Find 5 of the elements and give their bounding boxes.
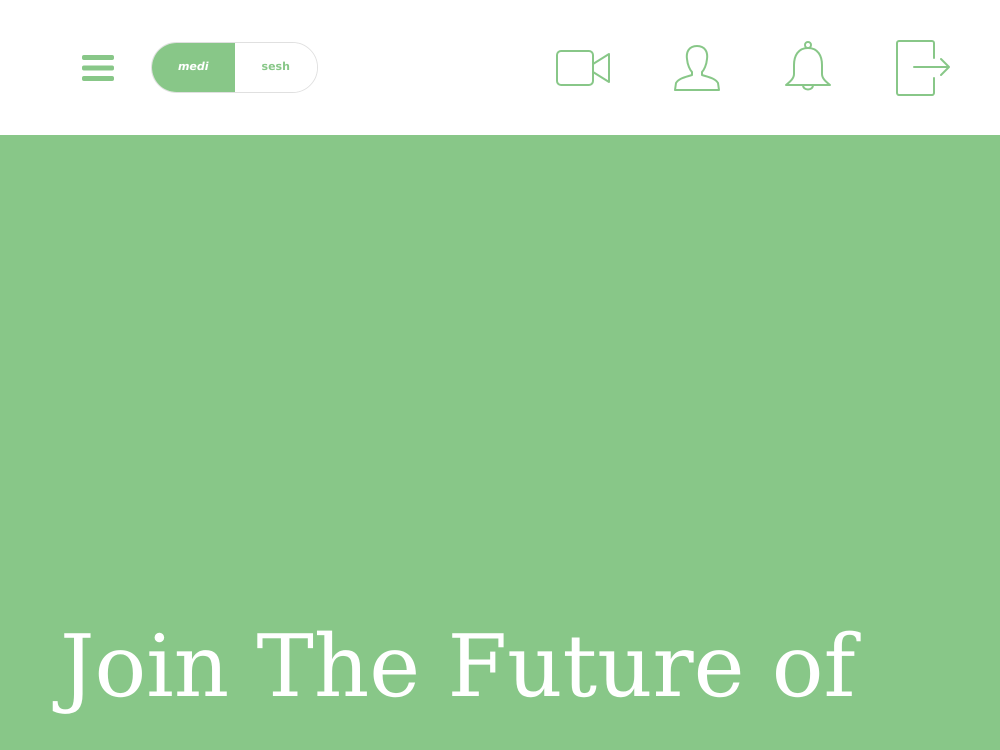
mode-toggle-option[interactable]: medi: [152, 43, 234, 92]
exit-icon[interactable]: [896, 40, 951, 96]
menu-icon[interactable]: [82, 54, 114, 80]
user-icon[interactable]: [674, 44, 720, 90]
video-camera-icon[interactable]: [556, 50, 610, 86]
